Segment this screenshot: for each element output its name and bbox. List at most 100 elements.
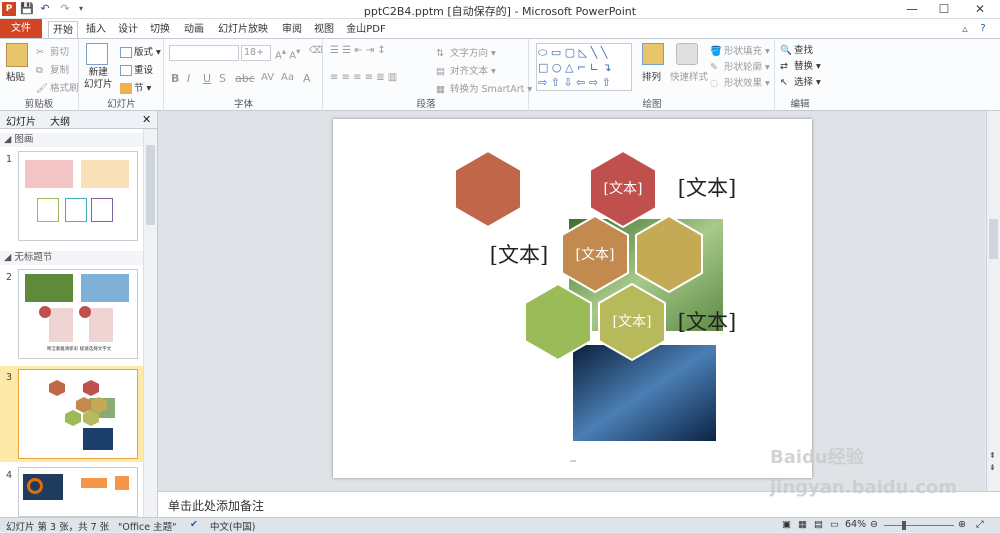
slide-thumbnail-2[interactable]: 简洁素雅清新彩 极速选择文字文 (18, 269, 138, 359)
select-label: 选择 (794, 77, 814, 88)
panel-tabs: 幻灯片 大纲 ✕ (0, 111, 157, 129)
shape-outline-button[interactable]: ✎ 形状轮廓 ▾ (710, 59, 770, 73)
language-indicator[interactable]: 中文(中国) (210, 519, 255, 533)
align-icons[interactable]: ≡ ≡ ≡ ≡ ≣ ▥ (330, 72, 397, 83)
side-label-1[interactable]: [文本] (678, 176, 736, 200)
smartart-button[interactable]: ▦ 转换为 SmartArt ▾ (436, 81, 532, 95)
minimize-button[interactable]: — (897, 1, 927, 17)
minimize-ribbon-icon[interactable]: ▵ (958, 22, 972, 36)
tab-slideshow[interactable]: 幻灯片放映 (216, 21, 270, 38)
shadow-icon[interactable]: S (219, 72, 226, 85)
zoom-slider-handle[interactable] (902, 521, 906, 530)
shape-fill-button[interactable]: 🪣 形状填充 ▾ (710, 43, 770, 57)
section-button[interactable]: 节 ▾ (120, 80, 151, 94)
slide-thumbnail-3[interactable] (18, 369, 138, 459)
tab-home[interactable]: 开始 (48, 21, 78, 38)
tab-outline-panel[interactable]: 大纲 (50, 113, 70, 128)
space-photo[interactable] (573, 345, 716, 441)
text-direction-button[interactable]: ⇅ 文字方向 ▾ (436, 45, 496, 59)
side-label-2[interactable]: [文本] (490, 243, 548, 267)
align-text-button[interactable]: ▤ 对齐文本 ▾ (436, 63, 496, 77)
change-case-icon[interactable]: Aa (281, 72, 294, 83)
scroll-thumb[interactable] (146, 145, 155, 225)
clear-format-icon[interactable]: ⌫ (309, 45, 322, 56)
zoom-level[interactable]: 64% (845, 519, 866, 530)
align-text-icon: ▤ (436, 66, 445, 77)
hexagon-brown[interactable] (454, 149, 522, 229)
editor-scroll-thumb[interactable] (989, 219, 998, 259)
replace-label: 替换 (794, 61, 814, 72)
shapes-gallery[interactable]: ⬭ ▭ ▢ ◺ ╲ ╲ □ ○ △ ⌐ ∟ ↴ ⇨ ⇧ ⇩ ⇦ ⇨ ⇧ (536, 43, 632, 91)
tab-animations[interactable]: 动画 (182, 21, 206, 38)
thumb-red-dot-1 (39, 306, 51, 318)
format-painter-button[interactable]: 🖌 格式刷 (36, 80, 79, 94)
zoom-in-icon[interactable]: ⊕ (958, 519, 966, 530)
hex-label-3[interactable]: [文本] (613, 314, 652, 330)
select-button[interactable]: ↖ 选择 ▾ (780, 74, 821, 88)
help-icon[interactable]: ? (976, 22, 990, 36)
cut-button[interactable]: ✂ 剪切 (36, 44, 69, 58)
new-slide-button[interactable]: 新建 幻灯片 (84, 67, 113, 91)
font-size-combo[interactable]: 18+ (241, 45, 271, 61)
strikethrough-icon[interactable]: abc (235, 72, 255, 85)
prev-slide-icon[interactable]: ⇞ (989, 451, 996, 460)
side-label-3[interactable]: [文本] (678, 310, 736, 334)
maximize-button[interactable]: ☐ (929, 1, 959, 17)
font-color-icon[interactable]: A (303, 72, 311, 85)
editor-scrollbar[interactable]: ⇞ ⇟ (986, 111, 1000, 491)
find-label: 查找 (794, 45, 814, 56)
font-name-combo[interactable] (169, 45, 239, 61)
tab-file[interactable]: 文件 (0, 19, 42, 38)
bold-icon[interactable]: B (171, 72, 179, 85)
tab-view[interactable]: 视图 (312, 21, 336, 38)
layout-button[interactable]: 版式 ▾ (120, 44, 161, 58)
tab-transitions[interactable]: 切换 (148, 21, 172, 38)
tab-design[interactable]: 设计 (116, 21, 140, 38)
underline-icon[interactable]: U (203, 72, 211, 85)
bullets-icon[interactable]: ☰ ☰ ⇤ ⇥ ↕ (330, 45, 386, 56)
baidu-watermark: Baidu经验 jingyan.baidu.com (770, 440, 970, 500)
thumb-up-arrow-shape (115, 476, 129, 490)
slide-canvas[interactable]: [文本] [文本] [文本] [文本] [文本] [文本] (333, 119, 812, 478)
normal-view-icon[interactable]: ▣ (782, 519, 791, 530)
copy-button[interactable]: ⧉ 复制 (36, 62, 69, 76)
close-button[interactable]: ✕ (965, 1, 995, 17)
hex-label-2[interactable]: [文本] (576, 247, 615, 263)
tab-wps-pdf[interactable]: 金山PDF (344, 21, 388, 38)
slideshow-view-icon[interactable]: ▭ (830, 519, 839, 530)
reading-view-icon[interactable]: ▤ (814, 519, 823, 530)
spellcheck-icon[interactable]: ✔ (190, 519, 198, 530)
reset-icon (120, 65, 132, 76)
replace-button[interactable]: ⇄ 替换 ▾ (780, 58, 821, 72)
char-spacing-icon[interactable]: AV (261, 72, 274, 83)
italic-icon[interactable]: I (187, 72, 190, 85)
hex-label-1[interactable]: [文本] (604, 181, 643, 197)
slides-panel-scrollbar[interactable] (143, 129, 157, 517)
fit-slide-icon[interactable]: ⤢ (976, 519, 984, 530)
section-header-1[interactable]: ◢ 图画 (0, 133, 143, 147)
arrange-button[interactable]: 排列 (642, 69, 661, 83)
section-header-2[interactable]: ◢ 无标题节 (0, 251, 143, 265)
close-panel-icon[interactable]: ✕ (142, 113, 151, 126)
sorter-view-icon[interactable]: ▦ (798, 519, 807, 530)
paste-button[interactable]: 粘贴 (6, 69, 25, 83)
slide-thumbnail-4[interactable] (18, 467, 138, 517)
quick-styles-button[interactable]: 快速样式 (670, 69, 708, 83)
tab-insert[interactable]: 插入 (84, 21, 108, 38)
tab-slides-panel[interactable]: 幻灯片 (6, 113, 36, 128)
shape-fill-label: 形状填充 (724, 46, 763, 57)
align-text-label: 对齐文本 (450, 66, 489, 77)
format-painter-label: 格式刷 (50, 83, 79, 94)
reset-button[interactable]: 重设 (120, 62, 153, 76)
zoom-slider[interactable] (884, 525, 954, 526)
tab-review[interactable]: 审阅 (280, 21, 304, 38)
shape-outline-label: 形状轮廓 (724, 62, 763, 73)
group-drawing: ⬭ ▭ ▢ ◺ ╲ ╲ □ ○ △ ⌐ ∟ ↴ ⇨ ⇧ ⇩ ⇦ ⇨ ⇧ 排列 快速样… (530, 39, 775, 111)
zoom-out-icon[interactable]: ⊖ (870, 519, 878, 530)
next-slide-icon[interactable]: ⇟ (989, 463, 996, 472)
find-button[interactable]: 🔍 查找 (780, 42, 813, 56)
layout-label: 版式 (134, 47, 154, 58)
slide-thumbnail-1[interactable] (18, 151, 138, 241)
grow-font-icon[interactable]: A▴ A▾ (275, 46, 300, 61)
shape-effects-button[interactable]: ◌ 形状效果 ▾ (710, 75, 770, 89)
